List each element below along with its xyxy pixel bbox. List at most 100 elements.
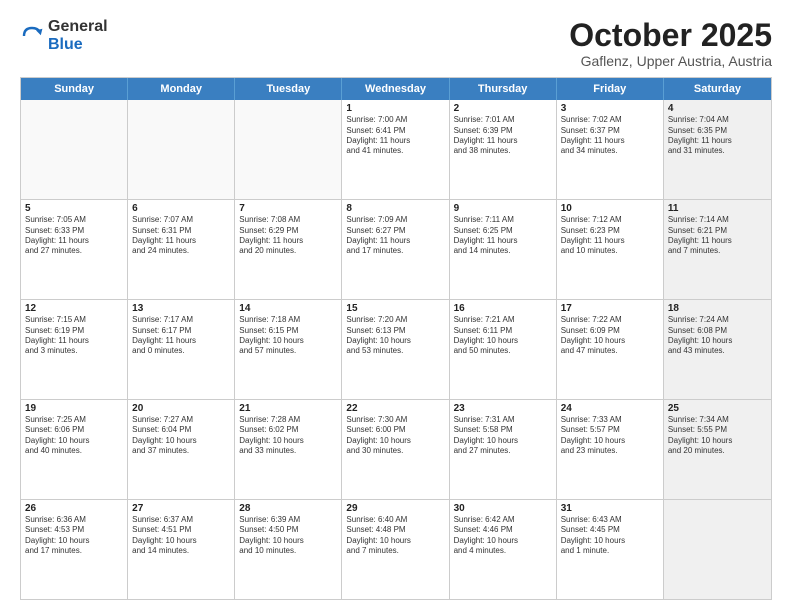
calendar-cell: 30Sunrise: 6:42 AM Sunset: 4:46 PM Dayli… bbox=[450, 500, 557, 599]
calendar-cell: 1Sunrise: 7:00 AM Sunset: 6:41 PM Daylig… bbox=[342, 100, 449, 199]
day-number: 10 bbox=[561, 203, 659, 214]
day-number: 31 bbox=[561, 503, 659, 514]
calendar-cell: 29Sunrise: 6:40 AM Sunset: 4:48 PM Dayli… bbox=[342, 500, 449, 599]
cell-content: Sunrise: 6:42 AM Sunset: 4:46 PM Dayligh… bbox=[454, 515, 552, 557]
cell-content: Sunrise: 6:37 AM Sunset: 4:51 PM Dayligh… bbox=[132, 515, 230, 557]
header-day: Saturday bbox=[664, 78, 771, 100]
day-number: 6 bbox=[132, 203, 230, 214]
calendar-cell: 17Sunrise: 7:22 AM Sunset: 6:09 PM Dayli… bbox=[557, 300, 664, 399]
day-number: 5 bbox=[25, 203, 123, 214]
cell-content: Sunrise: 7:21 AM Sunset: 6:11 PM Dayligh… bbox=[454, 315, 552, 357]
calendar-cell: 18Sunrise: 7:24 AM Sunset: 6:08 PM Dayli… bbox=[664, 300, 771, 399]
cell-content: Sunrise: 7:14 AM Sunset: 6:21 PM Dayligh… bbox=[668, 215, 767, 257]
cell-content: Sunrise: 7:08 AM Sunset: 6:29 PM Dayligh… bbox=[239, 215, 337, 257]
cell-content: Sunrise: 7:05 AM Sunset: 6:33 PM Dayligh… bbox=[25, 215, 123, 257]
calendar-cell: 9Sunrise: 7:11 AM Sunset: 6:25 PM Daylig… bbox=[450, 200, 557, 299]
day-number: 1 bbox=[346, 103, 444, 114]
calendar-cell: 4Sunrise: 7:04 AM Sunset: 6:35 PM Daylig… bbox=[664, 100, 771, 199]
cell-content: Sunrise: 7:15 AM Sunset: 6:19 PM Dayligh… bbox=[25, 315, 123, 357]
cell-content: Sunrise: 7:27 AM Sunset: 6:04 PM Dayligh… bbox=[132, 415, 230, 457]
cell-content: Sunrise: 7:12 AM Sunset: 6:23 PM Dayligh… bbox=[561, 215, 659, 257]
day-number: 23 bbox=[454, 403, 552, 414]
calendar-cell bbox=[128, 100, 235, 199]
calendar-cell: 31Sunrise: 6:43 AM Sunset: 4:45 PM Dayli… bbox=[557, 500, 664, 599]
day-number: 11 bbox=[668, 203, 767, 214]
calendar-row: 26Sunrise: 6:36 AM Sunset: 4:53 PM Dayli… bbox=[21, 500, 771, 599]
cell-content: Sunrise: 7:02 AM Sunset: 6:37 PM Dayligh… bbox=[561, 115, 659, 157]
calendar-cell: 21Sunrise: 7:28 AM Sunset: 6:02 PM Dayli… bbox=[235, 400, 342, 499]
day-number: 15 bbox=[346, 303, 444, 314]
day-number: 3 bbox=[561, 103, 659, 114]
calendar-cell: 19Sunrise: 7:25 AM Sunset: 6:06 PM Dayli… bbox=[21, 400, 128, 499]
day-number: 16 bbox=[454, 303, 552, 314]
calendar-row: 1Sunrise: 7:00 AM Sunset: 6:41 PM Daylig… bbox=[21, 100, 771, 200]
calendar-cell bbox=[235, 100, 342, 199]
cell-content: Sunrise: 6:40 AM Sunset: 4:48 PM Dayligh… bbox=[346, 515, 444, 557]
calendar-body: 1Sunrise: 7:00 AM Sunset: 6:41 PM Daylig… bbox=[21, 100, 771, 599]
calendar-cell: 6Sunrise: 7:07 AM Sunset: 6:31 PM Daylig… bbox=[128, 200, 235, 299]
calendar-cell: 16Sunrise: 7:21 AM Sunset: 6:11 PM Dayli… bbox=[450, 300, 557, 399]
day-number: 7 bbox=[239, 203, 337, 214]
calendar-cell: 23Sunrise: 7:31 AM Sunset: 5:58 PM Dayli… bbox=[450, 400, 557, 499]
logo-text: General Blue bbox=[48, 18, 108, 53]
cell-content: Sunrise: 7:11 AM Sunset: 6:25 PM Dayligh… bbox=[454, 215, 552, 257]
header: General Blue October 2025 Gaflenz, Upper… bbox=[20, 18, 772, 69]
calendar-row: 12Sunrise: 7:15 AM Sunset: 6:19 PM Dayli… bbox=[21, 300, 771, 400]
header-day: Friday bbox=[557, 78, 664, 100]
subtitle: Gaflenz, Upper Austria, Austria bbox=[569, 53, 772, 69]
logo: General Blue bbox=[20, 18, 108, 53]
cell-content: Sunrise: 7:30 AM Sunset: 6:00 PM Dayligh… bbox=[346, 415, 444, 457]
calendar-cell bbox=[21, 100, 128, 199]
header-day: Sunday bbox=[21, 78, 128, 100]
logo-general: General bbox=[48, 18, 108, 36]
calendar-cell bbox=[664, 500, 771, 599]
calendar-cell: 8Sunrise: 7:09 AM Sunset: 6:27 PM Daylig… bbox=[342, 200, 449, 299]
cell-content: Sunrise: 7:33 AM Sunset: 5:57 PM Dayligh… bbox=[561, 415, 659, 457]
main-title: October 2025 bbox=[569, 18, 772, 53]
cell-content: Sunrise: 6:39 AM Sunset: 4:50 PM Dayligh… bbox=[239, 515, 337, 557]
cell-content: Sunrise: 7:31 AM Sunset: 5:58 PM Dayligh… bbox=[454, 415, 552, 457]
day-number: 30 bbox=[454, 503, 552, 514]
cell-content: Sunrise: 7:01 AM Sunset: 6:39 PM Dayligh… bbox=[454, 115, 552, 157]
calendar: SundayMondayTuesdayWednesdayThursdayFrid… bbox=[20, 77, 772, 600]
calendar-cell: 24Sunrise: 7:33 AM Sunset: 5:57 PM Dayli… bbox=[557, 400, 664, 499]
day-number: 12 bbox=[25, 303, 123, 314]
page: General Blue October 2025 Gaflenz, Upper… bbox=[0, 0, 792, 612]
calendar-header: SundayMondayTuesdayWednesdayThursdayFrid… bbox=[21, 78, 771, 100]
cell-content: Sunrise: 6:36 AM Sunset: 4:53 PM Dayligh… bbox=[25, 515, 123, 557]
calendar-cell: 3Sunrise: 7:02 AM Sunset: 6:37 PM Daylig… bbox=[557, 100, 664, 199]
calendar-cell: 27Sunrise: 6:37 AM Sunset: 4:51 PM Dayli… bbox=[128, 500, 235, 599]
cell-content: Sunrise: 7:22 AM Sunset: 6:09 PM Dayligh… bbox=[561, 315, 659, 357]
day-number: 2 bbox=[454, 103, 552, 114]
cell-content: Sunrise: 7:28 AM Sunset: 6:02 PM Dayligh… bbox=[239, 415, 337, 457]
calendar-cell: 13Sunrise: 7:17 AM Sunset: 6:17 PM Dayli… bbox=[128, 300, 235, 399]
day-number: 19 bbox=[25, 403, 123, 414]
day-number: 21 bbox=[239, 403, 337, 414]
day-number: 13 bbox=[132, 303, 230, 314]
day-number: 26 bbox=[25, 503, 123, 514]
day-number: 8 bbox=[346, 203, 444, 214]
cell-content: Sunrise: 7:25 AM Sunset: 6:06 PM Dayligh… bbox=[25, 415, 123, 457]
cell-content: Sunrise: 7:18 AM Sunset: 6:15 PM Dayligh… bbox=[239, 315, 337, 357]
calendar-cell: 11Sunrise: 7:14 AM Sunset: 6:21 PM Dayli… bbox=[664, 200, 771, 299]
cell-content: Sunrise: 6:43 AM Sunset: 4:45 PM Dayligh… bbox=[561, 515, 659, 557]
title-block: October 2025 Gaflenz, Upper Austria, Aus… bbox=[569, 18, 772, 69]
day-number: 18 bbox=[668, 303, 767, 314]
calendar-cell: 10Sunrise: 7:12 AM Sunset: 6:23 PM Dayli… bbox=[557, 200, 664, 299]
day-number: 14 bbox=[239, 303, 337, 314]
header-day: Wednesday bbox=[342, 78, 449, 100]
day-number: 28 bbox=[239, 503, 337, 514]
calendar-cell: 26Sunrise: 6:36 AM Sunset: 4:53 PM Dayli… bbox=[21, 500, 128, 599]
logo-icon bbox=[20, 24, 44, 48]
calendar-cell: 14Sunrise: 7:18 AM Sunset: 6:15 PM Dayli… bbox=[235, 300, 342, 399]
header-day: Thursday bbox=[450, 78, 557, 100]
cell-content: Sunrise: 7:09 AM Sunset: 6:27 PM Dayligh… bbox=[346, 215, 444, 257]
calendar-cell: 5Sunrise: 7:05 AM Sunset: 6:33 PM Daylig… bbox=[21, 200, 128, 299]
day-number: 9 bbox=[454, 203, 552, 214]
day-number: 4 bbox=[668, 103, 767, 114]
calendar-row: 5Sunrise: 7:05 AM Sunset: 6:33 PM Daylig… bbox=[21, 200, 771, 300]
day-number: 20 bbox=[132, 403, 230, 414]
day-number: 24 bbox=[561, 403, 659, 414]
cell-content: Sunrise: 7:34 AM Sunset: 5:55 PM Dayligh… bbox=[668, 415, 767, 457]
day-number: 27 bbox=[132, 503, 230, 514]
